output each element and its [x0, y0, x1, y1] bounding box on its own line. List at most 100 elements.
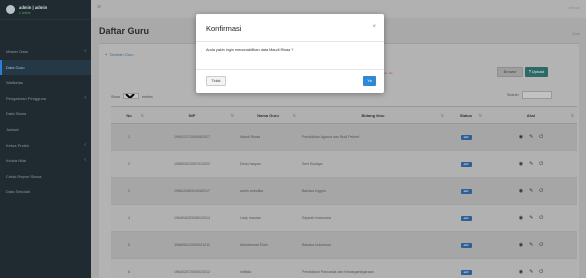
show-label: Show [111, 95, 120, 99]
cell-nip: 196404032008012014 [147, 204, 237, 232]
eye-icon[interactable]: ◉ [519, 215, 523, 221]
cell-bidang: Bahasa Inggris [299, 177, 447, 205]
add-guru-button[interactable]: Tambah Guru [105, 52, 133, 57]
power-icon[interactable]: ⏻ [539, 242, 543, 248]
user-name: admin | admin [19, 4, 48, 10]
column-header-label: NIP [188, 112, 196, 118]
cell-bidang: Pendidikan Pancasila dan Kewarganegaraan [299, 258, 447, 278]
column-header-nama-guru[interactable]: Nama Guru ⇅ [237, 106, 299, 124]
sort-icon: ⇅ [570, 113, 574, 118]
sort-icon: ⇅ [478, 113, 482, 118]
modal-divider [196, 69, 384, 70]
sort-icon: ⇅ [292, 113, 296, 118]
power-icon[interactable]: ⏻ [539, 161, 543, 167]
eye-icon[interactable]: ◉ [519, 242, 523, 248]
cancel-button[interactable]: Tidak [206, 76, 226, 86]
upload-button[interactable]: ⤒ Upload [525, 67, 548, 77]
status-badge[interactable]: aktif [460, 161, 472, 167]
cell-aksi: ◉ ✎ ⏻ [485, 150, 577, 178]
browse-button[interactable]: Browse [497, 67, 523, 77]
cell-status: aktif [447, 231, 485, 259]
cell-nama: andin aninditia [237, 177, 299, 205]
hamburger-icon[interactable]: ≡ [97, 4, 101, 11]
column-header-status[interactable]: Status ⇅ [447, 106, 485, 124]
sidebar-menu: Master Data ‹ Data Guru Walikelas Pengatu… [0, 44, 91, 200]
sidebar-item-pengaturan-pengguna[interactable]: Pengaturan Pengguna ‹ [0, 91, 91, 107]
status-badge[interactable]: aktif [460, 134, 472, 140]
sidebar-item-label: Cetak Report Siswa [6, 173, 42, 179]
sidebar-item-label: Master Data [6, 49, 28, 54]
breadcrumb[interactable]: Guru [572, 32, 580, 36]
edit-icon[interactable]: ✎ [529, 242, 533, 248]
modal-message: Anda yakin ingin menonaktifkan data Maud… [206, 48, 294, 52]
power-icon[interactable]: ⏻ [539, 215, 543, 221]
edit-icon[interactable]: ✎ [529, 161, 533, 167]
sidebar-item-ketua-proiek[interactable]: Ketua Proiek ‹ [0, 138, 91, 154]
entries-control: Show 5 entries [111, 93, 153, 99]
power-icon[interactable]: ⏻ [539, 269, 543, 275]
chevron-left-icon: ‹ [84, 48, 86, 54]
sidebar-item-jadwal[interactable]: Jadwal [0, 122, 91, 138]
logout-link[interactable]: Keluar [568, 5, 580, 10]
column-header-aksi[interactable]: Aksi ⇅ [485, 106, 577, 124]
cell-status: aktif [447, 150, 485, 178]
cell-no: 4 [111, 204, 147, 232]
column-header-nip[interactable]: NIP ⇅ [147, 106, 237, 124]
status-badge[interactable]: aktif [460, 188, 472, 194]
cell-nama: Maudi Risaa [237, 123, 299, 151]
sidebar-item-data-sekolah[interactable]: Data Sekolah [0, 184, 91, 200]
status-badge[interactable]: aktif [460, 215, 472, 221]
search-label: Search: [507, 93, 520, 97]
eye-icon[interactable]: ◉ [519, 188, 523, 194]
confirm-modal: Konfirmasi × Anda yakin ingin menonaktif… [196, 14, 384, 93]
cell-nip: 196503022007012022 [147, 150, 237, 178]
cell-nama: Muhammad Rizki [237, 231, 299, 259]
sidebar-item-walikelas[interactable]: Walikelas [0, 75, 91, 91]
cell-bidang: Seni Budaya [299, 150, 447, 178]
search-input[interactable] [522, 91, 553, 99]
edit-icon[interactable]: ✎ [529, 134, 533, 140]
column-header-bidang-ilmu[interactable]: Bidang Ilmu ⇅ [299, 106, 447, 124]
chevron-left-icon: ‹ [84, 141, 86, 148]
cell-aksi: ◉ ✎ ⏻ [485, 231, 577, 259]
sort-icon: ⇅ [230, 113, 234, 118]
close-icon[interactable]: × [372, 24, 376, 30]
table-row: 3 196610082010082017 andin aninditia Bah… [111, 177, 577, 205]
sidebar-item-master-data[interactable]: Master Data ‹ [0, 44, 91, 60]
column-header-label: Status [459, 112, 473, 118]
entries-select[interactable]: 5 [123, 93, 139, 99]
eye-icon[interactable]: ◉ [519, 161, 523, 167]
column-header-label: Nama Guru [257, 112, 279, 118]
edit-icon[interactable]: ✎ [529, 188, 533, 194]
entries-label: entries [142, 95, 153, 99]
cell-nip: 196610082010082017 [147, 177, 237, 205]
sidebar-item-data-siswa[interactable]: Data Siswa [0, 106, 91, 122]
power-icon[interactable]: ⏻ [539, 188, 543, 194]
cell-no: 6 [111, 258, 147, 278]
edit-icon[interactable]: ✎ [529, 215, 533, 221]
cell-nama: Dedu haryan [237, 150, 299, 178]
status-badge[interactable]: aktif [460, 242, 472, 248]
chevron-left-icon: ‹ [84, 157, 86, 164]
status-badge[interactable]: aktif [460, 269, 472, 275]
cell-no: 5 [111, 231, 147, 259]
column-header-label: No [126, 112, 132, 118]
edit-icon[interactable]: ✎ [529, 269, 533, 275]
guru-table: No ⇅ NIP ⇅ Nama Guru ⇅ Bidang Ilmu ⇅ Status ⇅… [111, 106, 577, 278]
power-icon[interactable]: ⏻ [539, 134, 543, 140]
confirm-button[interactable]: Ya [363, 76, 376, 86]
cell-aksi: ◉ ✎ ⏻ [485, 177, 577, 205]
cell-bidang: Sejarah Indonesia [299, 204, 447, 232]
column-header-label: Bidang Ilmu [361, 112, 385, 118]
cell-aksi: ◉ ✎ ⏻ [485, 123, 577, 151]
sidebar-item-kelola-nilai[interactable]: Kelola Nilai ‹ [0, 153, 91, 169]
eye-icon[interactable]: ◉ [519, 269, 523, 275]
column-header-no[interactable]: No ⇅ [111, 106, 147, 124]
sidebar-item-cetak-report[interactable]: Cetak Report Siswa [0, 169, 91, 185]
user-panel: admin | admin online [0, 0, 91, 20]
eye-icon[interactable]: ◉ [519, 134, 523, 140]
sidebar-item-data-guru[interactable]: Data Guru [0, 59, 91, 76]
avatar [6, 5, 15, 14]
user-info: admin | admin online [19, 5, 47, 15]
page-title: Daftar Guru [99, 26, 150, 36]
